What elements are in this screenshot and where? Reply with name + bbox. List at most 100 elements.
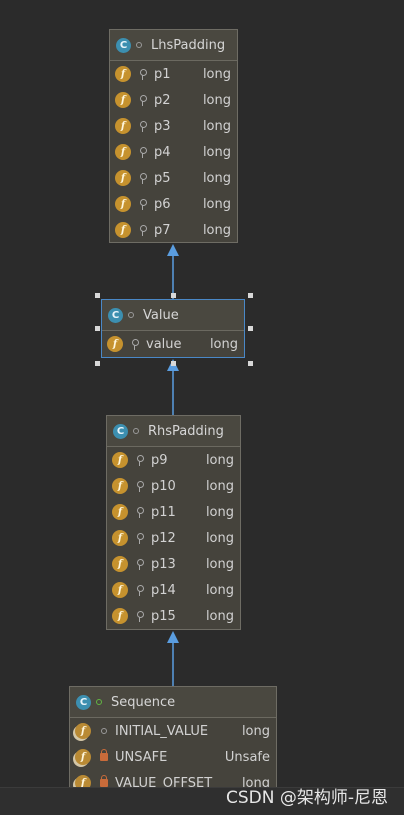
pin-icon <box>138 120 148 132</box>
field-row[interactable]: f value long <box>102 331 244 357</box>
field-type: Unsafe <box>224 749 270 765</box>
field-row[interactable]: f p2 long <box>110 87 237 113</box>
field-type: long <box>205 478 234 494</box>
pin-icon <box>138 146 148 158</box>
class-header: C Value <box>102 300 244 331</box>
field-type: long <box>205 452 234 468</box>
field-row[interactable]: f p7 long <box>110 217 237 243</box>
field-list: f p9 long f p10 long f p11 long f p12 long f p13 long f… <box>107 447 240 629</box>
pin-icon <box>135 454 145 466</box>
field-name: INITIAL_VALUE <box>115 723 209 739</box>
field-name: p2 <box>154 92 171 108</box>
field-icon: f <box>115 92 131 108</box>
pin-icon <box>130 338 140 350</box>
resize-handle-sw[interactable] <box>95 361 100 366</box>
pin-icon <box>135 584 145 596</box>
field-row[interactable]: f p15 long <box>107 603 240 629</box>
class-icon: C <box>108 307 123 323</box>
field-type: long <box>202 92 231 108</box>
field-type: long <box>209 336 238 352</box>
field-icon: f <box>115 170 131 186</box>
class-node-sequence[interactable]: C Sequence f INITIAL_VALUE long f UNSAFE Unsa… <box>69 686 277 787</box>
private-lock-icon <box>100 775 108 787</box>
field-name: p12 <box>151 530 176 546</box>
watermark: CSDN @架构师-尼恩 <box>225 788 388 808</box>
resize-handle-ne[interactable] <box>248 293 253 298</box>
resize-handle-s[interactable] <box>171 361 176 366</box>
pin-icon <box>135 532 145 544</box>
class-name: LhsPadding <box>151 37 226 53</box>
field-name: p4 <box>154 144 171 160</box>
field-type: long <box>205 582 234 598</box>
field-name: p9 <box>151 452 168 468</box>
class-node-value[interactable]: C Value f value long <box>101 299 245 358</box>
package-visibility-icon <box>100 727 108 735</box>
field-icon: f <box>112 530 128 546</box>
field-name: p11 <box>151 504 176 520</box>
resize-handle-nw[interactable] <box>95 293 100 298</box>
pin-icon <box>138 224 148 236</box>
resize-handle-se[interactable] <box>248 361 253 366</box>
field-row[interactable]: f INITIAL_VALUE long <box>70 718 276 744</box>
field-icon: f <box>112 452 128 468</box>
field-row[interactable]: f p1 long <box>110 61 237 87</box>
field-type: long <box>202 170 231 186</box>
pin-icon <box>135 506 145 518</box>
field-icon: f <box>112 582 128 598</box>
class-node-rhspadding[interactable]: C RhsPadding f p9 long f p10 long f p11 long f p12… <box>106 415 241 630</box>
resize-handle-w[interactable] <box>95 326 100 331</box>
field-row[interactable]: f p3 long <box>110 113 237 139</box>
field-icon: f <box>115 196 131 212</box>
field-row[interactable]: f p10 long <box>107 473 240 499</box>
field-name: p15 <box>151 608 176 624</box>
field-icon: f <box>112 608 128 624</box>
field-row[interactable]: f p13 long <box>107 551 240 577</box>
field-type: long <box>202 222 231 238</box>
field-icon: f <box>112 504 128 520</box>
edge-value-to-lhs-arrowhead <box>167 244 179 256</box>
field-type: long <box>202 118 231 134</box>
field-type: long <box>202 144 231 160</box>
field-row[interactable]: f p4 long <box>110 139 237 165</box>
class-node-lhspadding[interactable]: C LhsPadding f p1 long f p2 long f p3 long f p4 lon… <box>109 29 238 243</box>
field-row[interactable]: f p5 long <box>110 165 237 191</box>
field-row[interactable]: f p12 long <box>107 525 240 551</box>
field-name: p6 <box>154 196 171 212</box>
field-type: long <box>202 66 231 82</box>
class-icon: C <box>76 694 91 710</box>
pin-icon <box>135 480 145 492</box>
field-type: long <box>205 556 234 572</box>
package-visibility-icon <box>132 427 140 435</box>
field-name: p13 <box>151 556 176 572</box>
resize-handle-e[interactable] <box>248 326 253 331</box>
field-icon: f <box>112 478 128 494</box>
field-list: f value long <box>102 331 244 357</box>
field-type: long <box>202 196 231 212</box>
field-name: UNSAFE <box>115 749 168 765</box>
class-name: Value <box>143 307 179 323</box>
class-header: C LhsPadding <box>110 30 237 61</box>
field-row[interactable]: f p14 long <box>107 577 240 603</box>
field-name: p1 <box>154 66 171 82</box>
field-type: long <box>205 530 234 546</box>
class-name: RhsPadding <box>148 423 224 439</box>
field-name: p14 <box>151 582 176 598</box>
private-lock-icon <box>100 749 108 761</box>
field-name: p7 <box>154 222 171 238</box>
resize-handle-n[interactable] <box>171 293 176 298</box>
diagram-canvas[interactable]: C LhsPadding f p1 long f p2 long f p3 long f p4 lon… <box>0 0 404 787</box>
field-icon: f <box>75 749 91 765</box>
field-row[interactable]: f p9 long <box>107 447 240 473</box>
package-visibility-icon <box>135 41 143 49</box>
pin-icon <box>138 68 148 80</box>
field-icon: f <box>115 118 131 134</box>
class-name: Sequence <box>111 694 176 710</box>
field-row[interactable]: f UNSAFE Unsafe <box>70 744 276 770</box>
package-visibility-icon <box>127 311 135 319</box>
field-name: p3 <box>154 118 171 134</box>
pin-icon <box>138 94 148 106</box>
field-row[interactable]: f p6 long <box>110 191 237 217</box>
field-row[interactable]: f p11 long <box>107 499 240 525</box>
public-visibility-icon <box>95 698 103 706</box>
field-icon: f <box>115 66 131 82</box>
